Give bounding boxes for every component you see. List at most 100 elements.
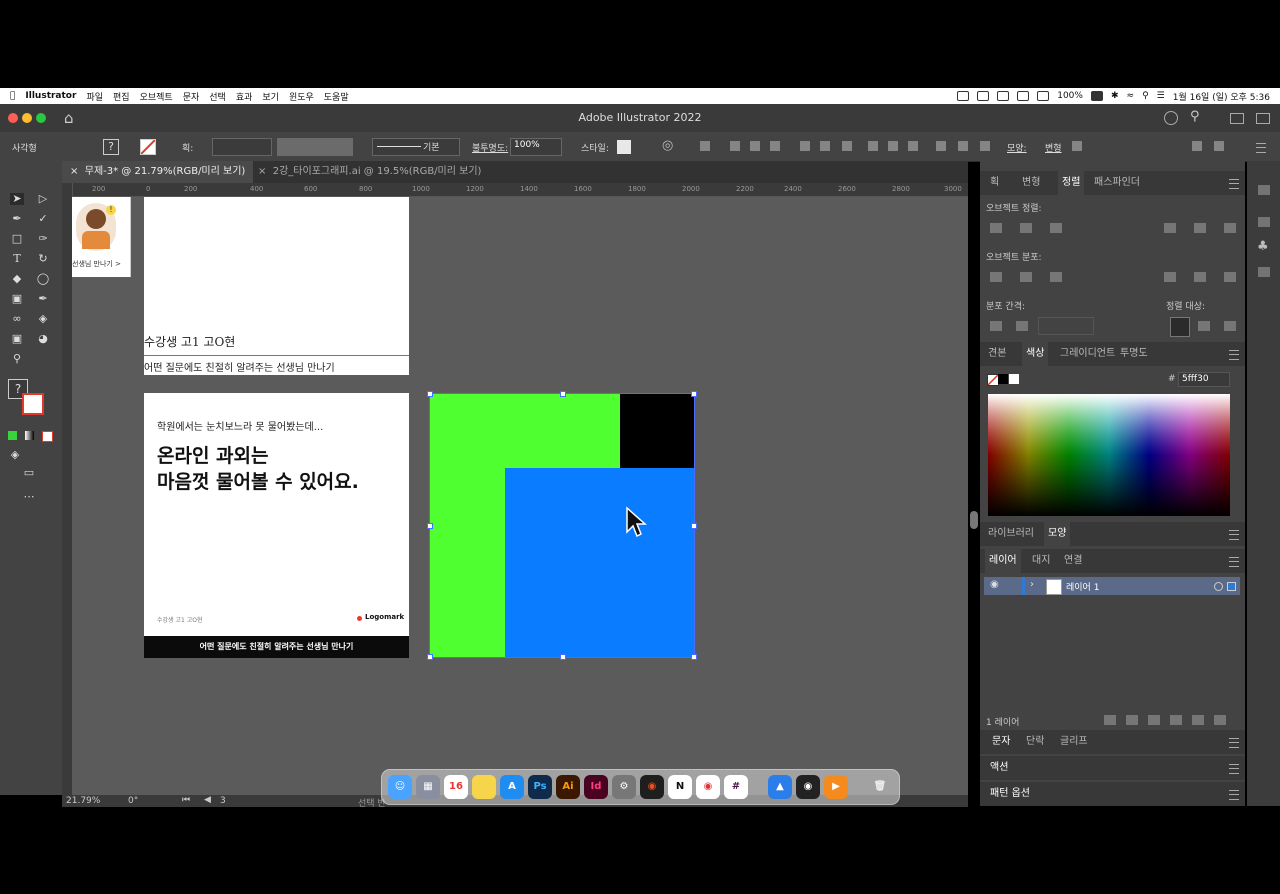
distribute-hcenter-icon[interactable]	[1194, 272, 1206, 282]
paintbrush-tool-icon[interactable]: ✑	[36, 233, 50, 245]
align-left-icon[interactable]	[730, 141, 740, 151]
tab-paragraph[interactable]: 단락	[1026, 730, 1044, 754]
align-vcenter-icon[interactable]	[1194, 223, 1206, 233]
white-color-icon[interactable]	[1009, 374, 1019, 384]
direct-selection-tool-icon[interactable]: ▷	[36, 193, 50, 205]
tab-libraries[interactable]: 라이브러리	[988, 522, 1034, 546]
transform-link[interactable]: 변형	[1045, 141, 1062, 154]
menu-app-name[interactable]: Illustrator	[25, 91, 76, 101]
selection-handle[interactable]	[427, 654, 433, 660]
distribute-top-icon[interactable]	[990, 272, 1002, 282]
search-icon[interactable]: ⚲	[1142, 91, 1149, 101]
pen-tool-icon[interactable]: ✒	[10, 213, 24, 225]
apple-menu-icon[interactable]: 	[10, 91, 15, 101]
arrange-documents-icon[interactable]	[1192, 141, 1202, 151]
align-bottom-icon[interactable]	[842, 141, 852, 151]
notes-icon[interactable]	[472, 775, 496, 799]
tab-document-1[interactable]: × 무제-3* @ 21.79%(RGB/미리 보기)	[62, 161, 254, 183]
blend-tool-icon[interactable]: ∞	[10, 313, 24, 325]
align-right-icon[interactable]	[770, 141, 780, 151]
distribute-bottom-icon[interactable]	[1050, 272, 1062, 282]
datetime[interactable]: 1월 16일 (일) 오후 5:36	[1173, 90, 1270, 103]
tab-glyphs[interactable]: 글리프	[1060, 730, 1088, 754]
prev-artboard-icon[interactable]: ◀	[204, 795, 211, 805]
menu-edit[interactable]: 편집	[113, 90, 130, 103]
distribute-top-icon[interactable]	[868, 141, 878, 151]
align-right-icon[interactable]	[1050, 223, 1062, 233]
tab-artboards[interactable]: 대지	[1032, 549, 1050, 573]
photoshop-icon[interactable]: Ps	[528, 775, 552, 799]
canvas[interactable]: ! 선생님 만나기 > 수강생 고1 고O현 어떤 질문에도 친절히 알려주는 …	[72, 197, 968, 795]
chrome-icon[interactable]: ◉	[696, 775, 720, 799]
panel-menu-icon[interactable]	[1229, 350, 1239, 360]
visibility-eye-icon[interactable]: ◉	[990, 579, 999, 590]
distribute-vcenter-icon[interactable]	[1020, 272, 1032, 282]
graphic-style-swatch[interactable]	[617, 140, 631, 154]
quick-actions-icon[interactable]	[1214, 141, 1224, 151]
rectangle-tool-icon[interactable]: □	[10, 233, 24, 245]
card-artboard[interactable]: 학원에서는 눈치보느라 못 물어봤는데... 온라인 과외는 마음껏 물어볼 수…	[144, 393, 409, 658]
type-tool-icon[interactable]: T	[10, 253, 24, 265]
pie-chart-tool-icon[interactable]: ◕	[36, 333, 50, 345]
rotation-value[interactable]: 0°	[128, 796, 138, 806]
tab-document-2[interactable]: × 2강_타이포그래피.ai @ 19.5%(RGB/미리 보기)	[250, 161, 489, 183]
distribute-right-icon[interactable]	[980, 141, 990, 151]
selection-handle[interactable]	[427, 523, 433, 529]
notion-icon[interactable]: N	[668, 775, 692, 799]
distribute-bottom-icon[interactable]	[908, 141, 918, 151]
recolor-icon[interactable]: ◎	[662, 138, 673, 153]
status-icon[interactable]	[977, 91, 990, 101]
menu-type[interactable]: 문자	[183, 90, 200, 103]
locate-object-icon[interactable]	[1126, 715, 1138, 725]
control-bar-menu-icon[interactable]	[1256, 143, 1266, 153]
arrange-icon[interactable]	[1256, 113, 1270, 124]
zoom-tool-icon[interactable]: ⚲	[10, 353, 24, 365]
keynote-icon[interactable]: ▲	[768, 775, 792, 799]
first-artboard-icon[interactable]: ⏮	[182, 795, 190, 805]
thumbnail-artboard[interactable]: ! 선생님 만나기 >	[72, 197, 131, 277]
status-icon[interactable]	[1037, 91, 1050, 101]
tab-appearance[interactable]: 모양	[1044, 522, 1071, 546]
selection-bounding-box[interactable]	[429, 393, 695, 658]
black-color-icon[interactable]	[998, 374, 1008, 384]
new-layer-icon[interactable]	[1192, 715, 1204, 725]
align-to-artboard-icon[interactable]	[1224, 321, 1236, 331]
calendar-icon[interactable]: 16	[444, 775, 468, 799]
layer-target-icon[interactable]	[1214, 582, 1223, 591]
panel-menu-icon[interactable]	[1229, 557, 1239, 567]
selection-handle[interactable]	[691, 654, 697, 660]
status-icon[interactable]	[997, 91, 1010, 101]
gradient-tool-icon[interactable]: ▣	[10, 293, 24, 305]
indesign-icon[interactable]: Id	[584, 775, 608, 799]
status-icon[interactable]	[957, 91, 970, 101]
spacing-input[interactable]	[1038, 317, 1094, 335]
layer-name[interactable]: 레이어 1	[1066, 580, 1099, 593]
distribute-vcenter-icon[interactable]	[888, 141, 898, 151]
screen-mode-icon[interactable]: ▭	[22, 467, 36, 479]
opacity-input[interactable]: 100%	[510, 138, 562, 156]
align-bottom-icon[interactable]	[1224, 223, 1236, 233]
tab-links[interactable]: 연결	[1064, 549, 1082, 573]
menu-help[interactable]: 도움말	[324, 90, 349, 103]
align-left-icon[interactable]	[990, 223, 1002, 233]
horizontal-ruler[interactable]: 200 0 200 400 600 800 1000 1200 1400 160…	[72, 183, 968, 197]
horizontal-spacing-icon[interactable]	[1016, 321, 1028, 331]
color-spectrum[interactable]	[988, 394, 1230, 516]
zoom-level[interactable]: 21.79%	[66, 796, 100, 806]
none-mode-icon[interactable]	[42, 431, 53, 442]
shape-builder-tool-icon[interactable]: ◈	[36, 313, 50, 325]
battery-icon[interactable]	[1090, 91, 1103, 101]
align-to-icon[interactable]	[700, 141, 710, 151]
lasso-tool-icon[interactable]: ◯	[36, 273, 50, 285]
infuse-icon[interactable]: ▶	[824, 775, 848, 799]
brushes-icon[interactable]	[1258, 217, 1270, 227]
distribute-left-icon[interactable]	[1164, 272, 1176, 282]
selection-handle[interactable]	[560, 654, 566, 660]
menu-window[interactable]: 윈도우	[289, 90, 314, 103]
tab-layers[interactable]: 레이어	[985, 549, 1021, 573]
menu-select[interactable]: 선택	[209, 90, 226, 103]
tab-pattern-options[interactable]: 패턴 옵션	[990, 782, 1030, 806]
align-top-icon[interactable]	[1164, 223, 1176, 233]
opacity-label[interactable]: 불투명도:	[472, 141, 508, 154]
menu-file[interactable]: 파일	[86, 90, 103, 103]
